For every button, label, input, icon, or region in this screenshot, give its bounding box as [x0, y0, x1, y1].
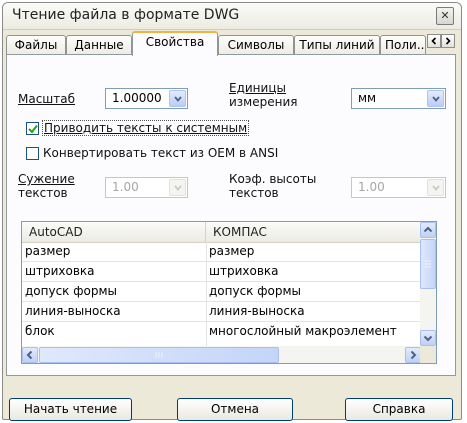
grip-icon — [425, 260, 431, 268]
tab-properties[interactable]: Свойства — [132, 31, 218, 56]
column-divider — [206, 242, 207, 346]
grip-icon — [155, 352, 163, 358]
vertical-scrollbar[interactable] — [420, 222, 436, 346]
scroll-up-button[interactable] — [420, 222, 436, 238]
table-cell: штриховка — [25, 264, 95, 278]
units-label: Единицы измерения — [229, 81, 297, 109]
tab-files[interactable]: Файлы — [6, 35, 66, 55]
chevron-left-icon — [26, 350, 33, 360]
checkmark-icon — [28, 124, 38, 134]
tab-scroll-right-button[interactable] — [441, 34, 455, 48]
chevron-down-icon — [432, 96, 440, 102]
mapping-table[interactable]: AutoCAD КОМПАС размер размер штриховка ш… — [21, 221, 437, 364]
units-label-line2: измерения — [229, 95, 298, 109]
title-bar[interactable]: Чтение файла в формате DWG ✕ — [3, 3, 461, 30]
tab-label: Данные — [74, 38, 124, 52]
table-cell: размер — [209, 244, 255, 258]
text-height-select[interactable]: 1.00 — [351, 177, 446, 198]
table-cell: штриховка — [209, 264, 279, 278]
scroll-right-button[interactable] — [405, 347, 421, 363]
tab-label: Файлы — [14, 38, 58, 52]
horizontal-scroll-thumb[interactable] — [39, 347, 279, 363]
tab-line-types[interactable]: Типы линий — [294, 35, 380, 55]
table-row[interactable]: размер размер — [22, 242, 421, 262]
tab-scroll-left-button[interactable] — [427, 34, 441, 48]
tab-label: Поли... — [385, 38, 426, 52]
tab-symbols[interactable]: Символы — [218, 35, 294, 55]
chevron-right-icon — [445, 37, 451, 45]
window-title: Чтение файла в формате DWG — [12, 7, 240, 23]
column-header-kompas[interactable]: КОМПАС — [206, 222, 421, 242]
chevron-up-icon — [423, 226, 433, 233]
tab-poly[interactable]: Поли... — [380, 35, 426, 55]
table-cell: многослойный макроэлемент — [209, 324, 397, 338]
table-cell: блок — [25, 324, 55, 338]
chevron-down-icon — [432, 185, 440, 191]
scale-dropdown-button[interactable] — [169, 90, 186, 107]
text-height-label-line1: Коэф. высоты — [229, 172, 317, 186]
table-cell: линия-выноска — [25, 304, 121, 318]
table-row[interactable]: допуск формы допуск формы — [22, 282, 421, 302]
text-height-dropdown-button[interactable] — [427, 179, 444, 196]
system-texts-label[interactable]: Приводить тексты к системным — [41, 120, 250, 136]
chevron-down-icon — [423, 335, 433, 342]
scale-select[interactable]: 1.00000 — [105, 88, 188, 109]
text-height-value: 1.00 — [358, 180, 385, 194]
text-compression-dropdown-button[interactable] — [169, 179, 186, 196]
text-compression-select[interactable]: 1.00 — [105, 177, 188, 198]
properties-panel: Масштаб 1.00000 Единицы измерения мм Прив… — [6, 54, 456, 376]
units-value: мм — [358, 91, 377, 105]
table-cell: допуск формы — [209, 284, 301, 298]
table-row[interactable]: блок многослойный макроэлемент — [22, 322, 421, 346]
text-compression-label-line2: текстов — [18, 186, 68, 200]
scale-value: 1.00000 — [112, 91, 162, 105]
oem-ansi-label[interactable]: Конвертировать текст из OEM в ANSI — [43, 146, 278, 160]
table-row[interactable]: штриховка штриховка — [22, 262, 421, 282]
chevron-right-icon — [410, 350, 417, 360]
chevron-down-icon — [174, 96, 182, 102]
table-cell: размер — [25, 244, 71, 258]
scale-label: Масштаб — [18, 92, 76, 106]
table-header: AutoCAD КОМПАС — [22, 222, 421, 243]
chevron-left-icon — [431, 37, 437, 45]
text-height-label-line2: текстов — [229, 186, 279, 200]
tab-strip: Файлы Данные Свойства Символы Типы линий… — [6, 31, 456, 56]
chevron-down-icon — [174, 185, 182, 191]
units-dropdown-button[interactable] — [427, 90, 444, 107]
horizontal-scrollbar[interactable] — [22, 346, 421, 363]
units-select[interactable]: мм — [351, 88, 446, 109]
start-reading-button[interactable]: Начать чтение — [9, 398, 132, 421]
vertical-scroll-thumb[interactable] — [420, 239, 436, 289]
help-button[interactable]: Справка — [345, 398, 453, 421]
system-texts-checkbox[interactable] — [26, 122, 39, 135]
scroll-corner — [420, 346, 436, 363]
tab-label: Свойства — [145, 35, 205, 49]
text-height-label: Коэф. высоты текстов — [229, 172, 316, 200]
table-cell: линия-выноска — [209, 304, 305, 318]
units-label-line1: Единицы — [229, 81, 286, 95]
tab-label: Типы линий — [299, 38, 375, 52]
column-header-autocad[interactable]: AutoCAD — [22, 222, 206, 242]
text-compression-value: 1.00 — [112, 180, 139, 194]
tab-label: Символы — [227, 38, 285, 52]
cancel-button[interactable]: Отмена — [177, 398, 293, 421]
close-icon: ✕ — [440, 9, 450, 22]
tab-data[interactable]: Данные — [66, 35, 132, 55]
text-compression-label-line1: Сужение — [18, 172, 75, 186]
close-button[interactable]: ✕ — [436, 7, 454, 25]
table-cell: допуск формы — [25, 284, 117, 298]
scroll-left-button[interactable] — [22, 347, 38, 363]
oem-ansi-checkbox[interactable] — [26, 147, 39, 160]
table-row[interactable]: линия-выноска линия-выноска — [22, 302, 421, 322]
scroll-down-button[interactable] — [420, 330, 436, 346]
text-compression-label: Сужение текстов — [18, 172, 75, 200]
